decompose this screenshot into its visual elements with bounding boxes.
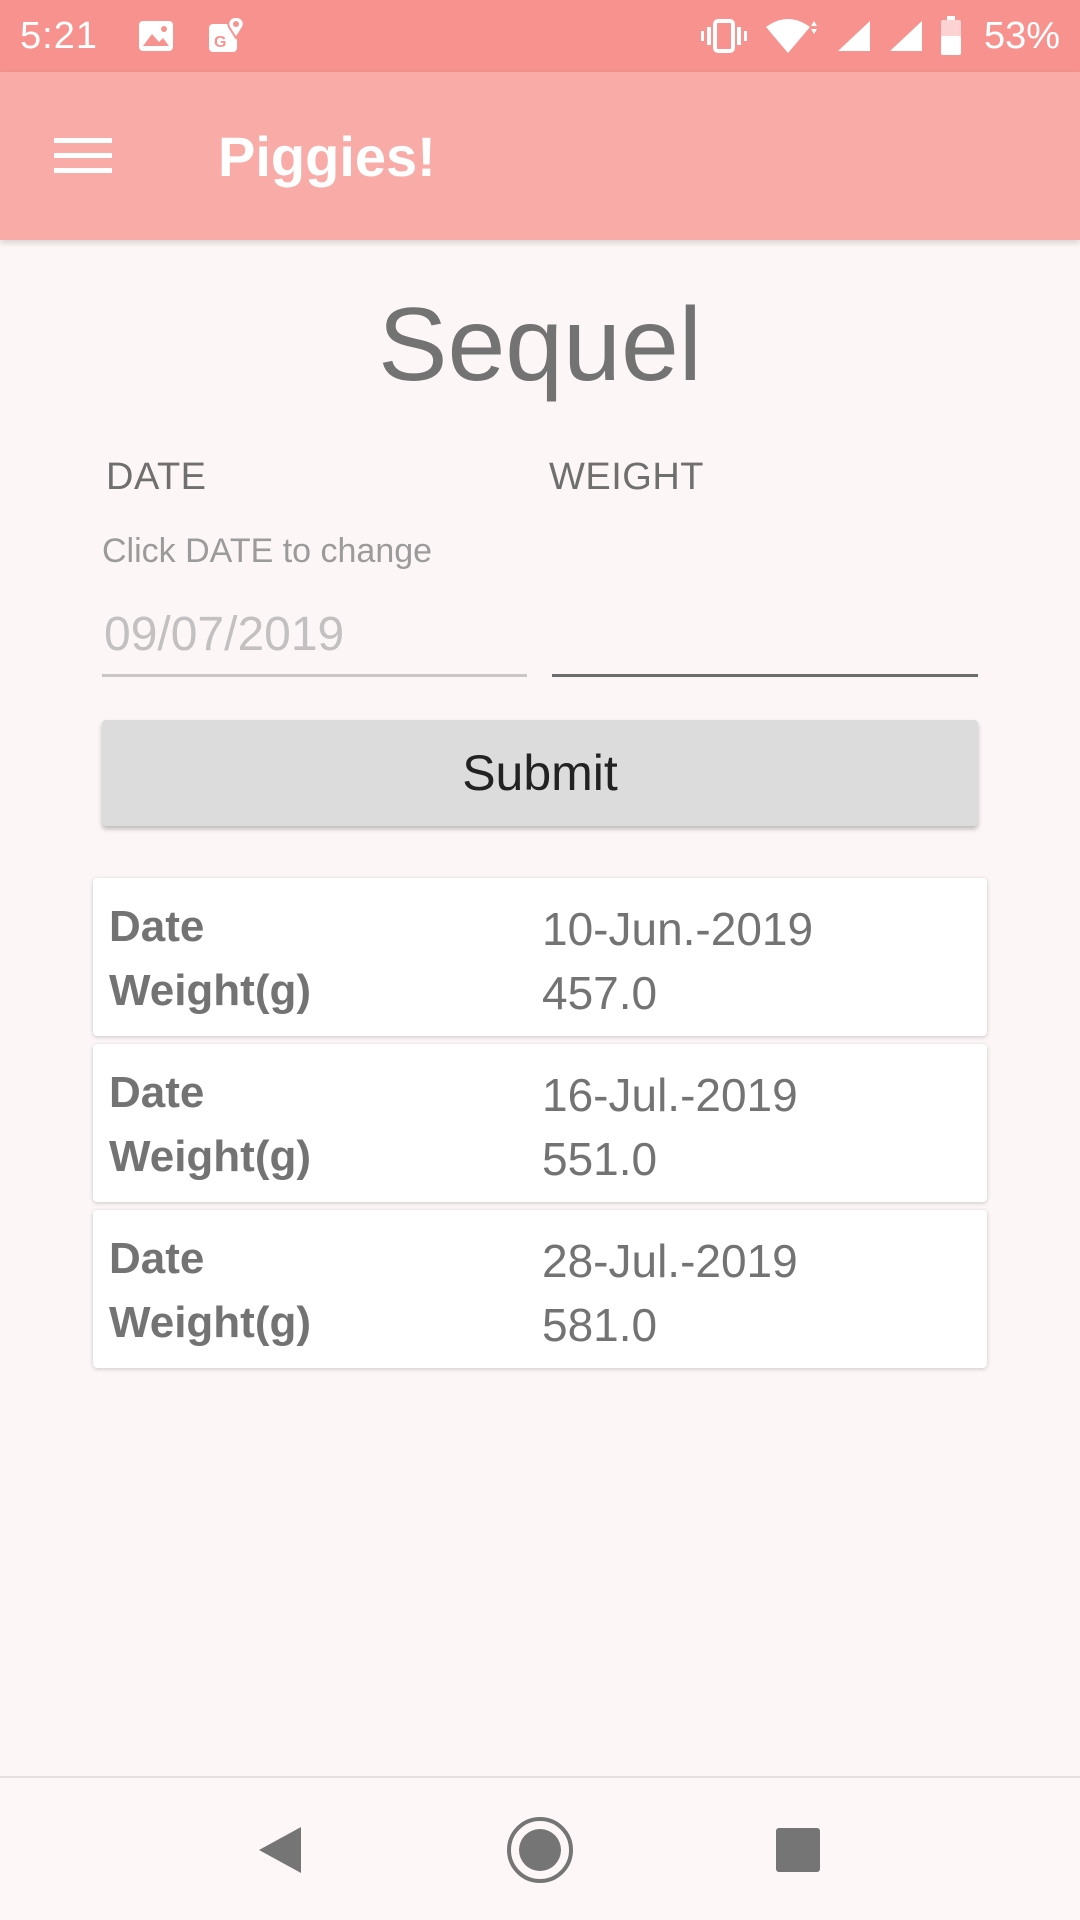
weight-label: WEIGHT <box>549 456 704 498</box>
record-date-label: Date <box>109 1234 205 1283</box>
vibrate-icon <box>700 19 748 53</box>
record-card[interactable]: Date 28-Jul.-2019 Weight(g) 581.0 <box>93 1210 987 1368</box>
back-icon <box>259 1827 301 1873</box>
recents-icon <box>776 1828 820 1872</box>
status-bar: 5:21 G 53% <box>0 0 1080 72</box>
record-card[interactable]: Date 16-Jul.-2019 Weight(g) 551.0 <box>93 1044 987 1202</box>
svg-text:G: G <box>214 34 226 51</box>
status-right: 53% <box>700 15 1060 58</box>
record-date-label: Date <box>109 1068 205 1117</box>
record-card[interactable]: Date 10-Jun.-2019 Weight(g) 457.0 <box>93 878 987 1036</box>
recents-button[interactable] <box>756 1808 840 1892</box>
record-date-value: 28-Jul.-2019 <box>542 1235 798 1287</box>
battery-percentage: 53% <box>983 14 1060 57</box>
gallery-icon <box>138 20 174 52</box>
date-field[interactable] <box>102 595 527 677</box>
record-date-value: 10-Jun.-2019 <box>542 903 814 955</box>
hamburger-menu-button[interactable] <box>38 111 128 201</box>
record-list: Date 10-Jun.-2019 Weight(g) 457.0 Date 1… <box>93 878 987 1376</box>
signal-icon <box>888 19 924 53</box>
status-left: 5:21 G <box>20 15 280 58</box>
weight-field[interactable] <box>552 595 978 677</box>
hamburger-menu-icon <box>54 138 112 173</box>
app-title: Piggies! <box>218 124 436 188</box>
date-hint: Click DATE to change <box>102 532 433 570</box>
back-button[interactable] <box>238 1808 322 1892</box>
record-date-label: Date <box>109 902 205 951</box>
wifi-icon <box>764 17 820 55</box>
record-weight-label: Weight(g) <box>109 966 312 1015</box>
record-weight-value: 457.0 <box>542 967 658 1019</box>
home-icon <box>507 1817 573 1883</box>
page-heading: Sequel <box>378 287 702 403</box>
navigation-bar <box>0 1776 1080 1920</box>
signal-icon <box>836 19 872 53</box>
home-button[interactable] <box>498 1808 582 1892</box>
maps-icon: G <box>208 16 246 56</box>
status-time: 5:21 <box>20 14 98 57</box>
record-weight-label: Weight(g) <box>109 1132 312 1181</box>
battery-icon <box>940 16 962 56</box>
record-date-value: 16-Jul.-2019 <box>542 1069 798 1121</box>
record-weight-label: Weight(g) <box>109 1298 312 1347</box>
record-weight-value: 551.0 <box>542 1133 658 1185</box>
record-weight-value: 581.0 <box>542 1299 658 1351</box>
app-bar: Piggies! <box>0 72 1080 240</box>
submit-button[interactable]: Submit <box>102 720 978 826</box>
date-label[interactable]: DATE <box>106 456 207 499</box>
